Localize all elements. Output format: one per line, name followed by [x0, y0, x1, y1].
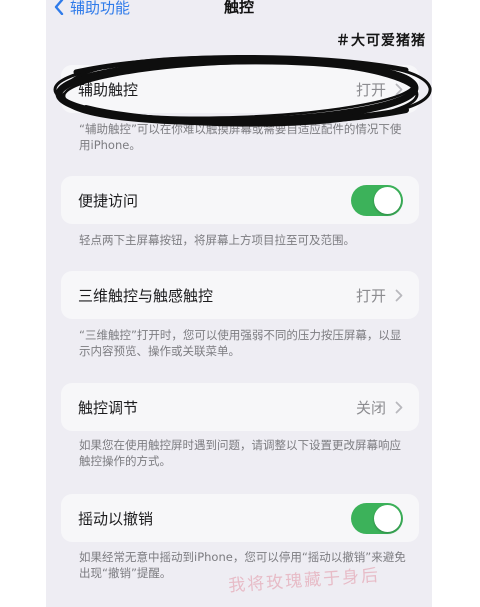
page-title: 触控 — [223, 0, 254, 16]
row-value: 打开 — [355, 80, 386, 99]
row-value: 关闭 — [355, 398, 386, 417]
shake-to-undo-toggle[interactable] — [351, 502, 403, 534]
row-label: 触控调节 — [78, 398, 139, 417]
reachability-toggle[interactable] — [351, 184, 403, 216]
settings-screen: 辅助功能 触控 ＃大可爱猪猪 辅助触控 打开 “辅助触控”可以在你难以触摸屏幕或… — [46, 0, 432, 607]
row-touch-accommodations[interactable]: 触控调节 关闭 — [61, 383, 419, 431]
row-shake-to-undo: 摇动以撤销 — [61, 494, 419, 542]
toggle-knob — [374, 504, 401, 532]
chevron-right-icon — [395, 83, 403, 95]
chevron-right-icon — [395, 289, 403, 301]
row-label: 摇动以撤销 — [78, 509, 154, 528]
chevron-right-icon — [395, 401, 403, 413]
footer-3d-touch: “三维触控”打开时，您可以使用强弱不同的压力按压屏幕，以显示内容预览、操作或关联… — [79, 328, 402, 358]
row-label: 三维触控与触感触控 — [78, 286, 214, 305]
row-reachability: 便捷访问 — [61, 176, 419, 224]
footer-touch-accommodations: 如果您在使用触控屏时遇到问题，请调整以下设置更改屏幕响应触控操作的方式。 — [79, 438, 401, 468]
row-value-group: 关闭 — [356, 397, 403, 418]
row-value-group: 打开 — [356, 79, 403, 100]
row-value: 打开 — [355, 286, 386, 305]
row-label: 便捷访问 — [78, 191, 139, 210]
footer-assistive-touch: “辅助触控”可以在你难以触摸屏幕或需要自适应配件的情况下使用iPhone。 — [79, 122, 402, 152]
navigation-bar: 辅助功能 触控 — [46, 0, 432, 22]
row-label: 辅助触控 — [78, 80, 139, 99]
toggle-knob — [374, 186, 401, 214]
row-value-group: 打开 — [356, 285, 403, 306]
row-3d-touch[interactable]: 三维触控与触感触控 打开 — [61, 271, 419, 319]
watermark-text: ＃大可爱猪猪 — [336, 33, 426, 49]
row-assistive-touch[interactable]: 辅助触控 打开 — [61, 65, 419, 113]
footer-reachability: 轻点两下主屏幕按钮，将屏幕上方项目拉至可及范围。 — [79, 233, 355, 247]
